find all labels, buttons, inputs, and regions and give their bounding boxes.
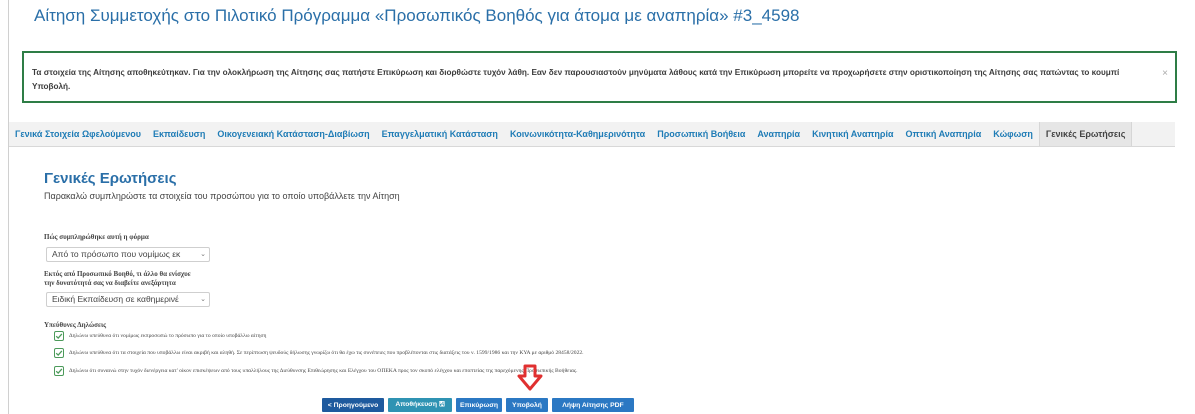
tab-deafness[interactable]: Κώφωση: [987, 122, 1039, 146]
tab-personal-assistance[interactable]: Προσωπική Βοήθεια: [651, 122, 751, 146]
check-icon: [55, 350, 63, 357]
page-title: Αίτηση Συμμετοχής στο Πιλοτικό Πρόγραμμα…: [34, 6, 800, 25]
tab-general-questions[interactable]: Γενικές Ερωτήσεις: [1038, 122, 1133, 146]
alert-close-icon[interactable]: ×: [1162, 68, 1168, 79]
tab-bar-divider: [9, 146, 1175, 147]
declaration-text: Δηλώνω υπεύθυνα ότι νομίμως εκπροσωπώ το…: [69, 333, 267, 339]
download-pdf-button[interactable]: Λήψη Αίτησης PDF: [552, 398, 634, 412]
save-button[interactable]: Αποθήκευση 🖫: [388, 398, 452, 412]
form-fill-method-label: Πώς συμπληρώθηκε αυτή η φόρμα: [44, 233, 149, 241]
tab-education[interactable]: Εκπαίδευση: [147, 122, 211, 146]
tab-general-info[interactable]: Γενικά Στοιχεία Ωφελούμενου: [9, 122, 147, 146]
check-icon: [55, 368, 63, 375]
independence-label-line2: την δυνατότητά σας να διαβείτε ανεξάρτητ…: [44, 279, 176, 287]
declaration-text: Δηλώνω ότι συναινώ στην τυχόν διενέργεια…: [69, 368, 578, 374]
declaration-text: Δηλώνω υπεύθυνα ότι τα στοιχεία που υποβ…: [69, 350, 584, 356]
tab-bar-filler: [1132, 122, 1175, 146]
tab-family-status[interactable]: Οικογενειακή Κατάσταση-Διαβίωση: [211, 122, 375, 146]
section-title: Γενικές Ερωτήσεις: [44, 170, 177, 187]
validate-button[interactable]: Επικύρωση: [456, 398, 502, 412]
chevron-down-icon: ⌄: [200, 251, 206, 258]
tab-disability[interactable]: Αναπηρία: [751, 122, 806, 146]
previous-button[interactable]: < Προηγούμενο: [322, 398, 384, 412]
independence-label-line1: Εκτός από Προσωπικό Βοηθό, τι άλλο θα εν…: [44, 270, 191, 278]
tab-bar: Γενικά Στοιχεία Ωφελούμενου Εκπαίδευση Ο…: [9, 122, 1175, 146]
tab-visual-disability[interactable]: Οπτική Αναπηρία: [899, 122, 987, 146]
form-fill-method-value: Από το πρόσωπο που νομίμως εκ: [52, 249, 181, 259]
alert-message: Τα στοιχεία της Αίτησης αποθηκεύτηκαν. Γ…: [32, 68, 1120, 91]
section-subtitle: Παρακαλώ συμπληρώστε τα στοιχεία του προ…: [44, 191, 400, 201]
declaration-checkbox[interactable]: [54, 331, 64, 341]
tab-employment[interactable]: Επαγγελματική Κατάσταση: [376, 122, 504, 146]
declaration-row: Δηλώνω υπεύθυνα ότι νομίμως εκπροσωπώ το…: [54, 331, 266, 341]
declaration-checkbox[interactable]: [54, 348, 64, 358]
annotation-arrow-icon: [517, 364, 543, 391]
success-alert: Τα στοιχεία της Αίτησης αποθηκεύτηκαν. Γ…: [22, 51, 1177, 103]
declarations-heading: Υπεύθυνες Δηλώσεις: [44, 321, 107, 329]
declaration-checkbox[interactable]: [54, 366, 64, 376]
check-icon: [55, 333, 63, 340]
tab-motor-disability[interactable]: Κινητική Αναπηρία: [806, 122, 899, 146]
form-fill-method-select[interactable]: Από το πρόσωπο που νομίμως εκ ⌄: [46, 247, 210, 262]
declaration-row: Δηλώνω υπεύθυνα ότι τα στοιχεία που υποβ…: [54, 348, 584, 358]
tab-sociality[interactable]: Κοινωνικότητα-Καθημερινότητα: [504, 122, 651, 146]
declaration-row: Δηλώνω ότι συναινώ στην τυχόν διενέργεια…: [54, 366, 578, 376]
chevron-down-icon: ⌄: [200, 296, 206, 303]
independence-support-select[interactable]: Ειδική Εκπαίδευση σε καθημερινέ ⌄: [46, 292, 210, 307]
page-left-border: [8, 0, 9, 414]
independence-support-value: Ειδική Εκπαίδευση σε καθημερινέ: [52, 294, 179, 304]
submit-button[interactable]: Υποβολή: [506, 398, 548, 412]
